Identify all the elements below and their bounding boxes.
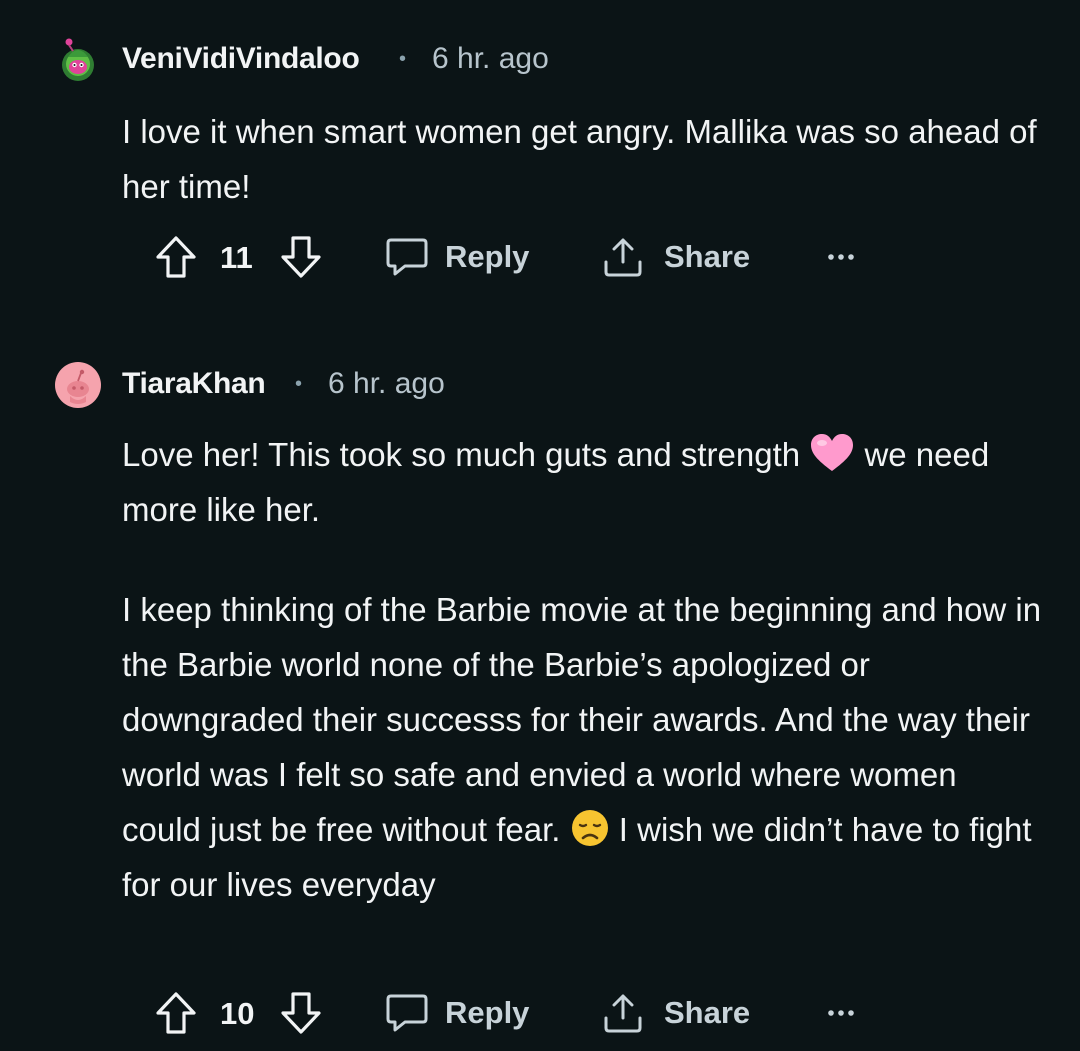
share-label: Share <box>664 239 751 274</box>
reply-label: Reply <box>445 995 530 1030</box>
upvote-button[interactable] <box>155 983 197 1043</box>
sad-face-icon <box>571 810 608 846</box>
more-options-button[interactable] <box>826 227 856 287</box>
reply-button[interactable]: Reply <box>385 983 529 1043</box>
more-dots-icon <box>828 1010 854 1016</box>
downvote-arrow-icon <box>281 236 321 278</box>
vote-score: 11 <box>220 240 253 275</box>
green-snoo-avatar-icon[interactable] <box>55 37 101 83</box>
comment-body: I love it when smart women get angry. Ma… <box>122 104 1042 214</box>
downvote-button[interactable] <box>280 227 322 287</box>
comment-paragraph: I love it when smart women get angry. Ma… <box>122 113 1037 205</box>
timestamp: 6 hr. ago <box>328 367 445 400</box>
upvote-button[interactable] <box>155 227 197 287</box>
comment-body: Love her! This took so much guts and str… <box>122 427 1042 912</box>
more-options-button[interactable] <box>826 983 856 1043</box>
downvote-button[interactable] <box>280 983 322 1043</box>
downvote-arrow-icon <box>281 992 321 1034</box>
share-arrow-icon <box>604 994 642 1033</box>
comment-header: TiaraKhan • 6 hr. ago <box>55 355 1055 415</box>
more-dots-icon <box>828 254 854 260</box>
comment-actions: 11 Reply Share <box>0 227 1080 287</box>
comment-paragraph: Love her! This took so much guts and str… <box>122 427 1042 537</box>
share-button[interactable]: Share <box>602 983 750 1043</box>
upvote-arrow-icon <box>156 236 196 278</box>
comment-header: VeniVidiVindaloo • 6 hr. ago <box>55 30 1055 90</box>
comment-paragraph: I keep thinking of the Barbie movie at t… <box>122 582 1042 912</box>
share-arrow-icon <box>604 238 642 277</box>
separator-dot: • <box>295 373 303 395</box>
vote-score: 10 <box>220 996 255 1031</box>
username[interactable]: TiaraKhan <box>122 367 266 401</box>
reply-button[interactable]: Reply <box>385 227 529 287</box>
username[interactable]: VeniVidiVindaloo <box>122 42 360 76</box>
comment-bubble-icon <box>386 238 428 276</box>
pink-heart-icon <box>811 434 854 471</box>
reply-label: Reply <box>445 239 530 274</box>
share-button[interactable]: Share <box>602 227 750 287</box>
comment-text: Love her! This took so much guts and str… <box>122 436 810 473</box>
upvote-arrow-icon <box>156 992 196 1034</box>
pink-snoo-avatar-icon[interactable] <box>55 362 101 408</box>
timestamp: 6 hr. ago <box>432 42 549 75</box>
separator-dot: • <box>399 48 407 70</box>
comment-bubble-icon <box>386 994 428 1032</box>
share-label: Share <box>664 995 751 1030</box>
comment-actions: 10 Reply Share <box>0 983 1080 1043</box>
